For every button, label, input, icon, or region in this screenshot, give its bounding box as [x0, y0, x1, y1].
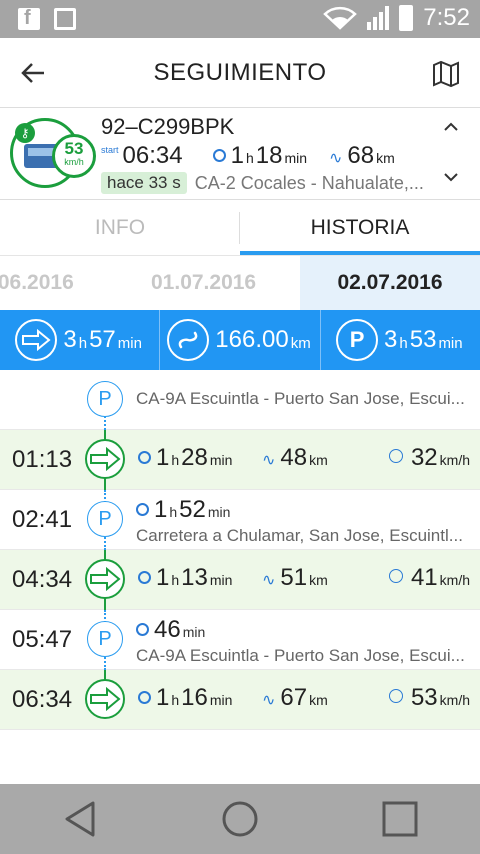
clock-icon: [136, 623, 149, 636]
image-icon: [54, 8, 76, 30]
drive-duration: 1 h 16 min: [138, 684, 234, 712]
tab-info[interactable]: INFO: [0, 200, 240, 255]
battery-icon: [399, 5, 414, 31]
parking-address: CA-9A Escuintla - Puerto San Jose, Escui…: [136, 389, 465, 408]
drive-duration: 1 h 28 min: [138, 444, 234, 472]
route-icon: ∿: [262, 692, 276, 709]
arrow-right-icon: [85, 559, 125, 599]
parking-duration: 1 h 52 min: [136, 496, 232, 524]
map-icon[interactable]: [432, 60, 460, 88]
history-timeline: P CA-9A Escuintla - Puerto San Jose, Esc…: [0, 370, 480, 730]
arrow-right-icon: [15, 319, 58, 361]
date-item[interactable]: .06.2016: [0, 256, 74, 310]
start-label: start: [101, 145, 119, 155]
parking-icon: P: [336, 319, 379, 361]
nav-home-icon[interactable]: [220, 799, 260, 839]
timeline-time: 06:34: [12, 686, 73, 713]
facebook-icon: [18, 7, 40, 30]
parking-duration: 46 min: [136, 616, 207, 644]
timeline-time: 04:34: [12, 566, 73, 593]
date-selector: .06.2016 01.07.2016 02.07.2016: [0, 256, 480, 310]
app-bar: SEGUIMIENTO: [0, 38, 480, 108]
tab-historia[interactable]: HISTORIA: [240, 200, 480, 255]
drive-distance: ∿ 67 km: [262, 684, 328, 711]
vehicle-distance: ∿ 68 km: [329, 142, 395, 169]
start-time: 06:34: [122, 142, 183, 169]
drive-speed: 41 km/h: [388, 564, 472, 592]
speed-badge: 53 km/h: [52, 134, 96, 178]
parking-icon: P: [87, 621, 123, 657]
summary-distance: 166.00 km: [160, 310, 321, 370]
timeline-row-parking[interactable]: P CA-9A Escuintla - Puerto San Jose, Esc…: [0, 370, 480, 430]
timeline-row-parking[interactable]: 02:41 P 1 h 52 min Carretera a Chulamar, Sa…: [0, 490, 480, 550]
nav-back-icon[interactable]: [60, 799, 100, 839]
status-time: 7:52: [423, 4, 470, 31]
vehicle-duration: 1h 18 min: [212, 142, 309, 170]
timeline-time: 02:41: [12, 506, 73, 533]
clock-icon: [138, 691, 151, 704]
timeline-row-parking[interactable]: 05:47 P 46 min CA-9A Escuintla - Puerto S…: [0, 610, 480, 670]
clock-icon: [138, 571, 151, 584]
nav-recents-icon[interactable]: [380, 799, 420, 839]
parking-address: CA-9A Escuintla - Puerto San Jose, Escui…: [136, 646, 465, 665]
drive-distance: ∿ 48 km: [262, 444, 328, 471]
system-nav-bar: [0, 784, 480, 854]
arrow-right-icon: [85, 679, 125, 719]
vehicle-stats: start 06:34 1h 18 min ∿ 68 km: [101, 142, 397, 170]
chevron-down-icon[interactable]: [442, 168, 460, 186]
tab-bar: INFO HISTORIA: [0, 200, 480, 256]
key-icon: ⚷: [15, 123, 35, 143]
route-icon: [167, 319, 210, 361]
parking-icon: P: [87, 381, 123, 417]
speedometer-icon: [388, 569, 403, 583]
vehicle-location-row: hace 33 s CA-2 Cocales - Nahualate,...: [101, 172, 431, 194]
tab-divider: [239, 212, 240, 244]
timeline-row-drive[interactable]: 01:13 1 h 28 min ∿ 48 km 32 km/h: [0, 430, 480, 490]
clock-icon: [136, 503, 149, 516]
summary-drive-time: 3h 57 min: [0, 310, 161, 370]
clock-icon: [212, 149, 226, 162]
route-icon: ∿: [329, 150, 343, 167]
last-update-badge: hace 33 s: [101, 172, 187, 194]
status-bar: 7:52: [0, 0, 480, 38]
route-icon: ∿: [262, 572, 276, 589]
summary-parking-time: P 3h 53 min: [321, 310, 480, 370]
drive-duration: 1 h 13 min: [138, 564, 234, 592]
drive-speed: 32 km/h: [388, 444, 472, 472]
parking-address: Carretera a Chulamar, San Jose, Escuintl…: [136, 526, 463, 545]
timeline-row-drive[interactable]: 06:34 1 h 16 min ∿ 67 km 53 km/h: [0, 670, 480, 730]
drive-speed: 53 km/h: [388, 684, 472, 712]
arrow-right-icon: [85, 439, 125, 479]
wifi-icon: [323, 6, 358, 30]
timeline-row-drive[interactable]: 04:34 1 h 13 min ∿ 51 km 41 km/h: [0, 550, 480, 610]
date-item[interactable]: 01.07.2016: [151, 256, 256, 310]
clock-icon: [138, 451, 151, 464]
date-item-selected[interactable]: 02.07.2016: [300, 256, 480, 310]
route-icon: ∿: [262, 452, 276, 469]
timeline-time: 01:13: [12, 446, 73, 473]
vehicle-card[interactable]: ⚷ 53 km/h 92–C299BPK start 06:34 1h 18 mi…: [0, 108, 480, 200]
vehicle-plate: 92–C299BPK: [101, 114, 235, 139]
summary-bar: 3h 57 min 166.00 km P 3h 53 min: [0, 310, 480, 370]
speedometer-icon: [388, 689, 403, 703]
vehicle-location: CA-2 Cocales - Nahualate,...: [194, 172, 424, 193]
page-title: SEGUIMIENTO: [153, 58, 327, 86]
drive-distance: ∿ 51 km: [262, 564, 328, 591]
speedometer-icon: [388, 449, 403, 463]
signal-icon: [367, 6, 390, 30]
timeline-time: 05:47: [12, 626, 73, 653]
parking-icon: P: [87, 501, 123, 537]
back-arrow-icon[interactable]: [20, 60, 46, 86]
chevron-up-icon[interactable]: [442, 118, 460, 136]
